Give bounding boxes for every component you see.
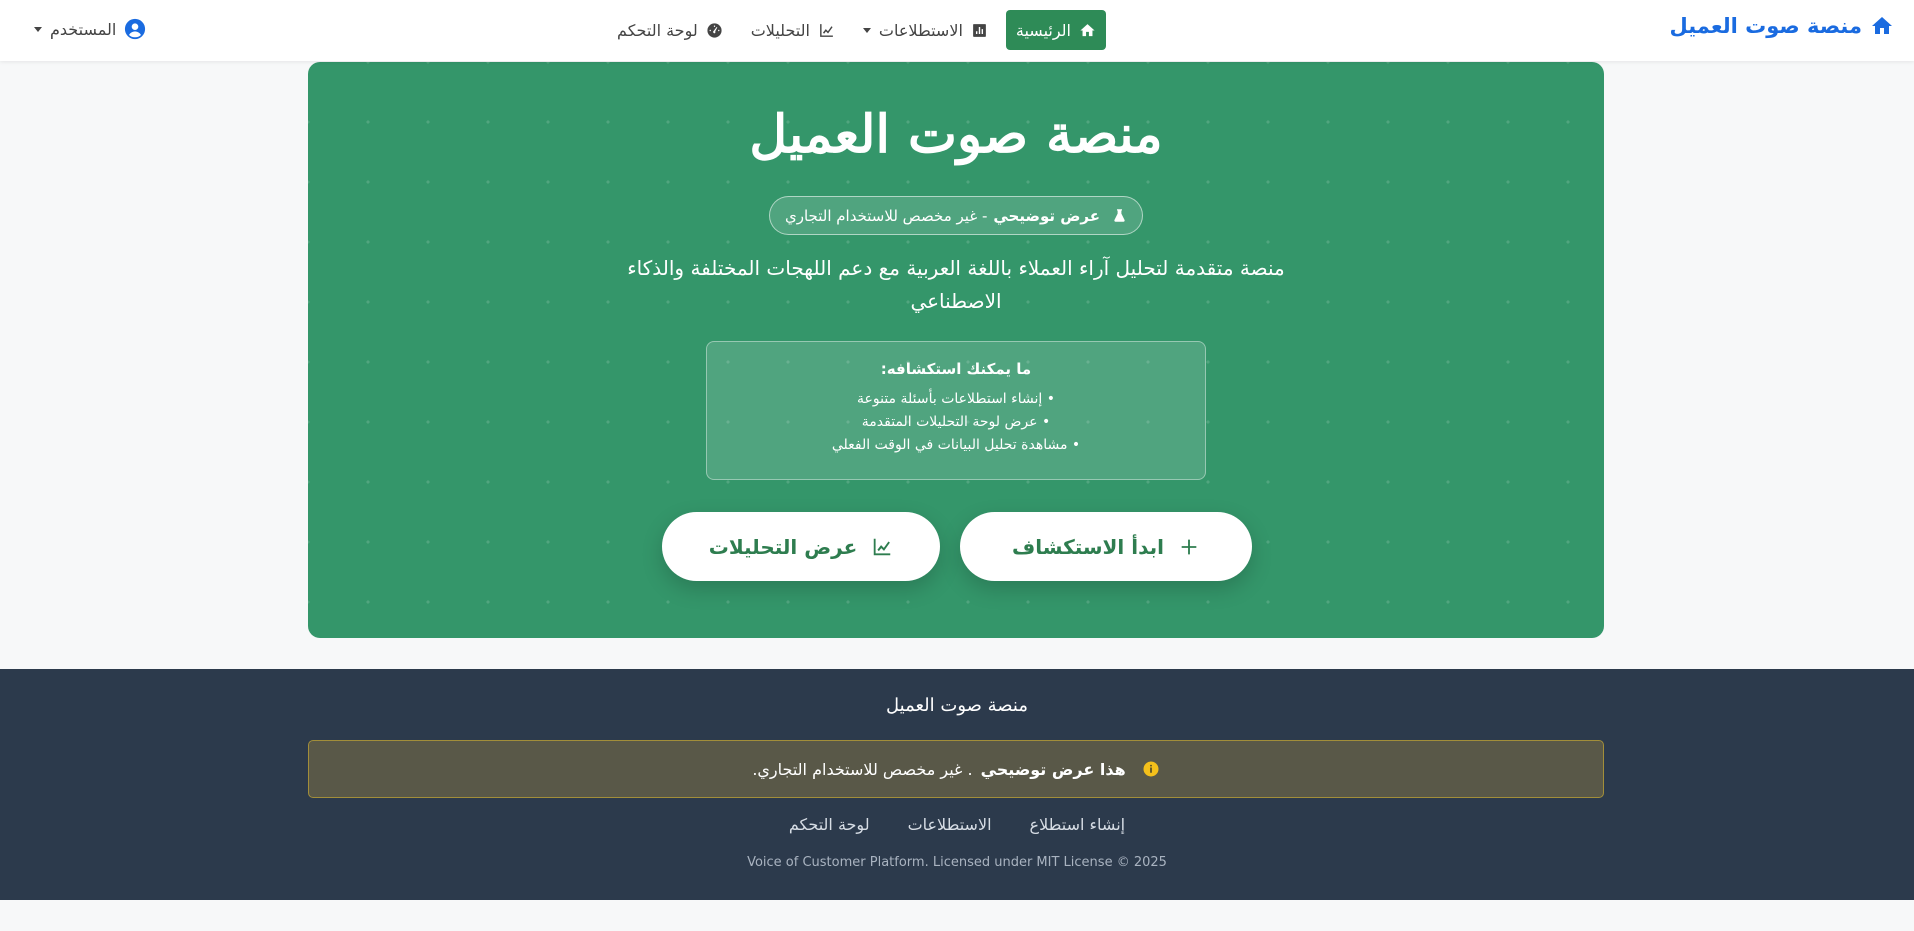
list-item: • مشاهدة تحليل البيانات في الوقت الفعلي	[831, 437, 1081, 453]
chevron-down-icon	[862, 27, 871, 33]
footer-links: إنشاء استطلاع الاستطلاعات لوحة التحكم	[0, 815, 1914, 834]
user-label: المستخدم	[50, 19, 117, 39]
plus-icon	[1181, 539, 1197, 554]
copyright-text: Voice of Customer Platform. Licensed und…	[747, 855, 1167, 870]
list-item: • إنشاء استطلاعات بأسئلة متنوعة	[857, 391, 1055, 407]
footer-link-create-survey[interactable]: إنشاء استطلاع	[1030, 815, 1126, 834]
nav-item-home-label: الرئيسية	[1015, 20, 1071, 40]
nav-item-surveys-label: الاستطلاعات	[878, 20, 963, 40]
brand-label: منصة صوت العميل	[1669, 14, 1862, 38]
home-icon	[1872, 17, 1892, 34]
gauge-icon	[707, 22, 722, 38]
navbar: منصة صوت العميل الرئيسية الاستطلاعات الت…	[0, 0, 1914, 61]
view-analytics-button[interactable]: عرض التحليلات	[662, 512, 940, 581]
line-chart-icon	[820, 23, 833, 37]
nav-menu: الرئيسية الاستطلاعات التحليلات لوحة التح…	[607, 10, 1106, 50]
hero-description: منصة متقدمة لتحليل آراء العملاء باللغة ا…	[627, 256, 1285, 313]
explore-list: • إنشاء استطلاعات بأسئلة متنوعة • عرض لو…	[707, 388, 1205, 457]
demo-badge: عرض توضيحي - غير مخصص للاستخدام التجاري	[769, 196, 1143, 235]
hero-title: منصة صوت العميل	[749, 104, 1163, 165]
brand-link[interactable]: منصة صوت العميل	[1669, 14, 1894, 38]
user-circle-icon	[125, 18, 146, 40]
nav-item-analytics-label: التحليلات	[750, 20, 810, 40]
nav-item-dashboard[interactable]: لوحة التحكم	[607, 10, 733, 50]
line-chart-icon	[874, 538, 891, 555]
demo-alert-text: . غير مخصص للاستخدام التجاري.	[752, 759, 973, 779]
demo-alert-strong: هذا عرض توضيحي	[980, 759, 1126, 779]
list-item: • عرض لوحة التحليلات المتقدمة	[861, 414, 1051, 430]
nav-item-dashboard-label: لوحة التحكم	[617, 20, 698, 40]
footer: منصة صوت العميل هذا عرض توضيحي . غير مخصص…	[0, 669, 1914, 900]
bar-chart-icon	[973, 23, 986, 37]
demo-badge-text: - غير مخصص للاستخدام التجاري	[785, 206, 988, 225]
footer-link-surveys[interactable]: الاستطلاعات	[908, 815, 992, 834]
chevron-down-icon	[34, 26, 42, 32]
hero-section: منصة صوت العميل عرض توضيحي - غير مخصص لل…	[308, 62, 1604, 638]
info-circle-icon	[1143, 761, 1159, 777]
start-exploring-label: ابدأ الاستكشاف	[1011, 534, 1165, 559]
view-analytics-label: عرض التحليلات	[708, 534, 858, 559]
demo-badge-strong: عرض توضيحي	[993, 206, 1100, 225]
footer-link-dashboard[interactable]: لوحة التحكم	[789, 815, 870, 834]
nav-item-home[interactable]: الرئيسية	[1005, 10, 1106, 50]
start-exploring-button[interactable]: ابدأ الاستكشاف	[960, 512, 1252, 581]
nav-item-analytics[interactable]: التحليلات	[741, 10, 845, 50]
nav-item-surveys[interactable]: الاستطلاعات	[853, 10, 998, 50]
user-menu[interactable]: المستخدم	[30, 18, 146, 40]
home-icon	[1080, 23, 1095, 36]
footer-title: منصة صوت العميل	[886, 695, 1028, 716]
explore-box: ما يمكنك استكشافه: • إنشاء استطلاعات بأس…	[706, 341, 1206, 480]
explore-title: ما يمكنك استكشافه:	[880, 360, 1032, 378]
demo-alert: هذا عرض توضيحي . غير مخصص للاستخدام التجا…	[308, 740, 1604, 798]
flask-icon	[1114, 209, 1125, 222]
